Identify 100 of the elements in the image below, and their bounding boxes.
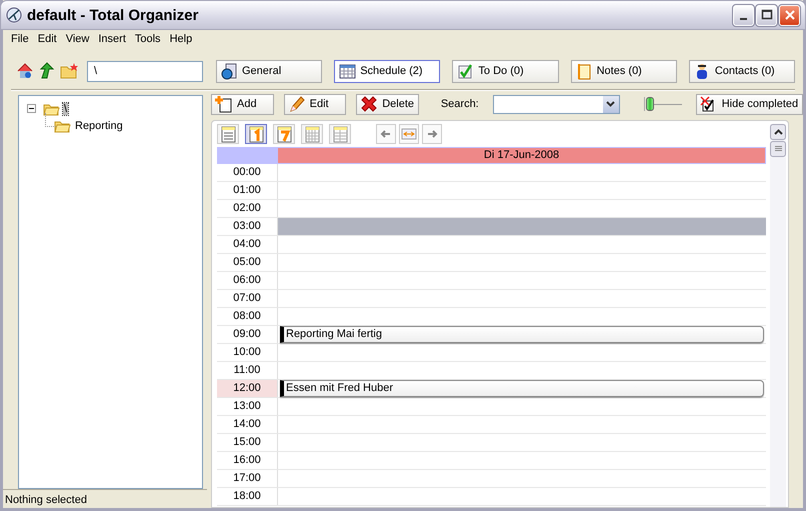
hour-label: 18:00 <box>217 488 278 505</box>
schedule-row[interactable]: 09:00 Reporting Mai fertig <box>217 326 766 344</box>
hour-label: 02:00 <box>217 200 278 217</box>
module-tab[interactable]: Schedule (2) <box>334 60 440 82</box>
menu-item[interactable]: Help <box>166 33 198 45</box>
maximize-button[interactable] <box>756 4 777 26</box>
scroll-thumb[interactable] <box>770 141 786 157</box>
grip-icon <box>774 146 782 152</box>
menu-item[interactable]: File <box>7 33 34 45</box>
fit-arrows-icon <box>401 126 417 142</box>
module-tab[interactable]: General <box>216 60 322 82</box>
tree-item[interactable]: \ <box>63 102 68 114</box>
schedule-row[interactable]: 07:00 <box>217 290 766 308</box>
tree-item[interactable]: Reporting <box>74 120 124 132</box>
schedule-row[interactable]: 04:00 <box>217 236 766 254</box>
menu-item[interactable]: Tools <box>130 33 166 45</box>
window-title: default - Total Organizer <box>27 6 200 24</box>
hour-label: 15:00 <box>217 434 278 451</box>
view-button[interactable] <box>245 124 267 144</box>
hour-label: 05:00 <box>217 254 278 271</box>
day-view-icon <box>247 125 265 143</box>
schedule-row[interactable]: 00:00 <box>217 164 766 182</box>
list-view-icon <box>219 125 237 143</box>
module-tab[interactable]: To Do (0) <box>452 60 559 82</box>
schedule-row[interactable]: 13:00 <box>217 398 766 416</box>
menu-item[interactable]: Insert <box>94 33 131 45</box>
chevron-up-icon <box>774 129 782 135</box>
hour-label: 10:00 <box>217 344 278 361</box>
close-button[interactable] <box>779 4 800 26</box>
schedule-row[interactable]: 15:00 <box>217 434 766 452</box>
hour-label: 17:00 <box>217 470 278 487</box>
notepad-icon <box>576 62 593 80</box>
scrollbar[interactable] <box>770 124 786 507</box>
schedule-row[interactable]: 18:00 <box>217 488 766 506</box>
slider-thumb[interactable] <box>646 96 654 110</box>
delete-icon <box>360 96 378 112</box>
schedule-row[interactable]: 05:00 <box>217 254 766 272</box>
minimize-icon <box>740 18 747 20</box>
path-field[interactable]: \ <box>87 60 203 82</box>
schedule-row[interactable]: 17:00 <box>217 470 766 488</box>
view-button[interactable] <box>329 124 351 144</box>
globe-page-icon <box>221 62 238 80</box>
date-header: Di 17-Jun-2008 <box>277 147 766 164</box>
hour-label: 11:00 <box>217 362 278 379</box>
crossed-check-icon <box>700 96 716 112</box>
app-logo-icon <box>5 6 23 24</box>
search-label: Search: <box>440 98 479 110</box>
house-icon[interactable] <box>16 62 34 80</box>
appointment[interactable]: Essen mit Fred Huber <box>280 380 764 397</box>
nav-button[interactable] <box>376 124 396 144</box>
hour-label: 08:00 <box>217 308 278 325</box>
schedule-row[interactable]: 16:00 <box>217 452 766 470</box>
search-combo[interactable] <box>492 94 620 114</box>
hour-label: 01:00 <box>217 182 278 199</box>
hour-label: 00:00 <box>217 164 278 181</box>
hour-label: 09:00 <box>217 326 278 343</box>
add-icon <box>215 96 232 112</box>
folder-icon <box>43 102 60 116</box>
action-button[interactable]: Add <box>211 94 274 114</box>
minimize-button[interactable] <box>733 4 754 26</box>
columns-view-icon <box>331 125 349 143</box>
appointment[interactable]: Reporting Mai fertig <box>280 326 764 343</box>
view-button[interactable] <box>217 124 239 144</box>
module-tab[interactable]: Contacts (0) <box>688 60 796 82</box>
module-tab[interactable]: Notes (0) <box>570 60 677 82</box>
schedule-row[interactable]: 14:00 <box>217 416 766 434</box>
new-folder-icon[interactable] <box>60 62 78 80</box>
action-button[interactable]: Delete <box>356 94 419 114</box>
hour-label: 14:00 <box>217 416 278 433</box>
nav-button[interactable] <box>422 124 442 144</box>
schedule-row[interactable]: 12:00 Essen mit Fred Huber <box>217 380 766 398</box>
arrow-icon[interactable] <box>38 62 56 80</box>
status-text: Nothing selected <box>3 489 207 508</box>
calendar-icon <box>339 62 356 80</box>
hour-label: 06:00 <box>217 272 278 289</box>
hour-label: 04:00 <box>217 236 278 253</box>
nav-button[interactable] <box>399 124 419 144</box>
hour-label: 13:00 <box>217 398 278 415</box>
close-icon <box>784 9 796 21</box>
menu-item[interactable]: View <box>62 33 94 45</box>
maximize-icon <box>760 9 772 21</box>
collapse-toggle[interactable] <box>27 104 36 113</box>
header-corner <box>217 147 277 164</box>
week-view-icon <box>275 125 293 143</box>
hour-label: 12:00 <box>217 380 278 397</box>
schedule-row[interactable]: 01:00 <box>217 182 766 200</box>
view-button[interactable] <box>273 124 295 144</box>
chevron-down-icon <box>606 101 616 107</box>
month-view-icon <box>303 125 321 143</box>
schedule-row[interactable]: 10:00 <box>217 344 766 362</box>
menu-item[interactable]: Edit <box>34 33 62 45</box>
checkmark-icon <box>457 62 474 80</box>
schedule-row[interactable]: 06:00 <box>217 272 766 290</box>
folder-icon <box>54 118 71 132</box>
view-button[interactable] <box>301 124 323 144</box>
pencil-icon <box>288 96 305 112</box>
scroll-up-button[interactable] <box>770 124 786 140</box>
action-button[interactable]: Edit <box>284 94 346 114</box>
hide-completed-button[interactable]: Hide completed <box>696 94 803 114</box>
hour-label: 07:00 <box>217 290 278 307</box>
